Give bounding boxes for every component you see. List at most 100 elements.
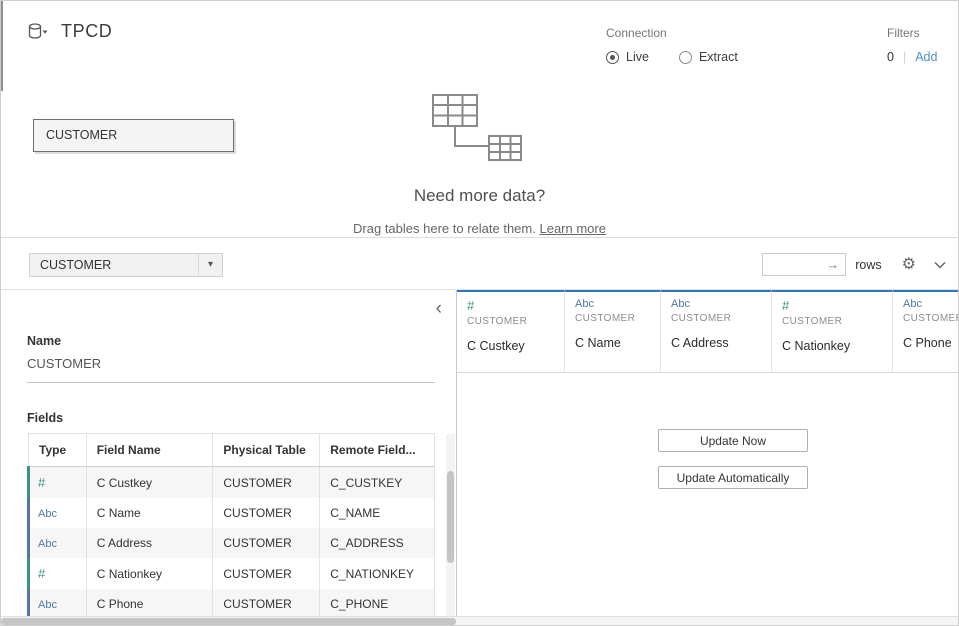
empty-state-subtitle: Drag tables here to relate them. Learn m… xyxy=(1,221,958,236)
filters-count: 0 xyxy=(887,50,894,64)
connection-radio-group: Live Extract xyxy=(606,50,738,64)
update-automatically-button[interactable]: Update Automatically xyxy=(658,466,808,489)
connection-section: Connection Live Extract xyxy=(606,26,738,64)
radio-icon xyxy=(679,51,692,64)
horizontal-scrollbar-track xyxy=(1,616,958,625)
rows-label: rows xyxy=(855,258,881,272)
table-select-dropdown[interactable]: CUSTOMER ▾ xyxy=(29,253,223,277)
update-now-button[interactable]: Update Now xyxy=(658,429,808,452)
chevron-down-icon[interactable] xyxy=(934,261,946,269)
radio-live[interactable]: Live xyxy=(606,50,649,64)
field-name-cell: C Custkey xyxy=(86,467,213,499)
field-name-cell: C Phone xyxy=(86,589,213,618)
filters-divider: | xyxy=(903,50,906,64)
name-label: Name xyxy=(27,334,61,348)
fields-label: Fields xyxy=(27,411,63,425)
physical-table-cell: CUSTOMER xyxy=(213,558,320,589)
rows-input-wrap: → xyxy=(762,253,846,276)
right-arrow-icon: → xyxy=(826,257,845,272)
relationship-canvas: CUSTOMER xyxy=(1,91,958,237)
vertical-scrollbar-thumb[interactable] xyxy=(447,471,454,563)
caret-down-icon: ▾ xyxy=(198,254,222,276)
column-field-name: C Phone xyxy=(903,336,958,350)
column-table-name: CUSTOMER xyxy=(467,316,554,327)
field-row-c-custkey[interactable]: # C Custkey CUSTOMER C_CUSTKEY xyxy=(29,467,435,499)
number-type-icon: # xyxy=(38,566,45,581)
grid-column-header-c-nationkey[interactable]: # CUSTOMER C Nationkey xyxy=(772,290,893,372)
field-row-c-phone[interactable]: Abc C Phone CUSTOMER C_PHONE xyxy=(29,589,435,618)
empty-state: Need more data? Drag tables here to rela… xyxy=(1,93,958,236)
radio-live-label: Live xyxy=(626,50,649,64)
learn-more-link[interactable]: Learn more xyxy=(539,221,605,236)
column-field-name: C Name xyxy=(575,336,650,350)
column-field-name: C Nationkey xyxy=(782,339,882,353)
rows-count-input[interactable] xyxy=(763,254,819,275)
field-row-c-name[interactable]: Abc C Name CUSTOMER C_NAME xyxy=(29,498,435,528)
connection-label: Connection xyxy=(606,26,738,40)
datasource-page: TPCD Connection Live Extract Filters 0 |… xyxy=(0,0,959,626)
string-type-icon: Abc xyxy=(38,538,57,550)
collapse-panel-chevron-icon[interactable]: ‹ xyxy=(436,298,442,320)
filters-section: Filters 0 | Add xyxy=(887,26,937,64)
column-table-name: CUSTOMER xyxy=(575,313,650,324)
remote-field-cell: C_ADDRESS xyxy=(320,528,435,558)
column-header-remote-field: Remote Field... xyxy=(320,434,435,467)
filters-row: 0 | Add xyxy=(887,50,937,64)
empty-state-title: Need more data? xyxy=(1,186,958,206)
remote-field-cell: C_PHONE xyxy=(320,589,435,618)
column-table-name: CUSTOMER xyxy=(782,316,882,327)
field-name-cell: C Nationkey xyxy=(86,558,213,589)
radio-extract-label: Extract xyxy=(699,50,738,64)
add-filter-link[interactable]: Add xyxy=(915,50,937,64)
number-type-icon: # xyxy=(38,475,45,490)
field-row-c-nationkey[interactable]: # C Nationkey CUSTOMER C_NATIONKEY xyxy=(29,558,435,589)
grid-column-header-c-address[interactable]: Abc CUSTOMER C Address xyxy=(661,290,772,372)
horizontal-scrollbar-thumb[interactable] xyxy=(1,618,456,625)
remote-field-cell: C_NAME xyxy=(320,498,435,528)
physical-table-cell: CUSTOMER xyxy=(213,467,320,499)
fields-table-header-row: Type Field Name Physical Table Remote Fi… xyxy=(29,434,435,467)
filters-label: Filters xyxy=(887,26,937,40)
tables-relate-illustration-icon xyxy=(432,93,528,168)
number-type-icon: # xyxy=(782,298,882,313)
remote-field-cell: C_NATIONKEY xyxy=(320,558,435,589)
physical-table-cell: CUSTOMER xyxy=(213,498,320,528)
field-name-cell: C Name xyxy=(86,498,213,528)
physical-table-cell: CUSTOMER xyxy=(213,589,320,618)
field-name-cell: C Address xyxy=(86,528,213,558)
string-type-icon: Abc xyxy=(38,508,57,520)
fields-table: Type Field Name Physical Table Remote Fi… xyxy=(27,433,435,618)
grid-toolbar: CUSTOMER ▾ → rows ⚙ xyxy=(1,237,958,290)
radio-extract[interactable]: Extract xyxy=(679,50,738,64)
toolbar-right-controls: → rows ⚙ xyxy=(762,253,946,276)
vertical-scrollbar-track xyxy=(446,434,455,618)
column-header-type: Type xyxy=(29,434,87,467)
string-type-icon: Abc xyxy=(38,599,57,611)
column-table-name: CUSTOMER xyxy=(671,313,761,324)
grid-column-header-c-phone[interactable]: Abc CUSTOMER C Phone xyxy=(893,290,958,372)
data-preview-grid: # CUSTOMER C Custkey Abc CUSTOMER C Name… xyxy=(457,290,958,618)
string-type-icon: Abc xyxy=(671,298,761,310)
header: TPCD Connection Live Extract Filters 0 |… xyxy=(1,1,958,91)
title-group: TPCD xyxy=(27,21,112,42)
physical-table-cell: CUSTOMER xyxy=(213,528,320,558)
radio-selected-icon xyxy=(606,51,619,64)
empty-state-subtitle-text: Drag tables here to relate them. xyxy=(353,221,536,236)
name-value-field[interactable]: CUSTOMER xyxy=(27,356,435,383)
column-field-name: C Address xyxy=(671,336,761,350)
database-icon[interactable] xyxy=(27,22,49,42)
column-header-physical-table: Physical Table xyxy=(213,434,320,467)
grid-header-row: # CUSTOMER C Custkey Abc CUSTOMER C Name… xyxy=(457,290,958,373)
grid-column-header-c-name[interactable]: Abc CUSTOMER C Name xyxy=(565,290,661,372)
grid-column-header-c-custkey[interactable]: # CUSTOMER C Custkey xyxy=(457,290,565,372)
gear-icon[interactable]: ⚙ xyxy=(902,257,916,273)
column-table-name: CUSTOMER xyxy=(903,313,958,324)
table-select-value: CUSTOMER xyxy=(40,258,111,272)
page-title: TPCD xyxy=(61,21,112,42)
number-type-icon: # xyxy=(467,298,554,313)
field-metadata-panel: ‹ Name CUSTOMER Fields Type Field Name P… xyxy=(1,290,457,618)
column-header-field-name: Field Name xyxy=(86,434,213,467)
string-type-icon: Abc xyxy=(903,298,958,310)
field-row-c-address[interactable]: Abc C Address CUSTOMER C_ADDRESS xyxy=(29,528,435,558)
string-type-icon: Abc xyxy=(575,298,650,310)
